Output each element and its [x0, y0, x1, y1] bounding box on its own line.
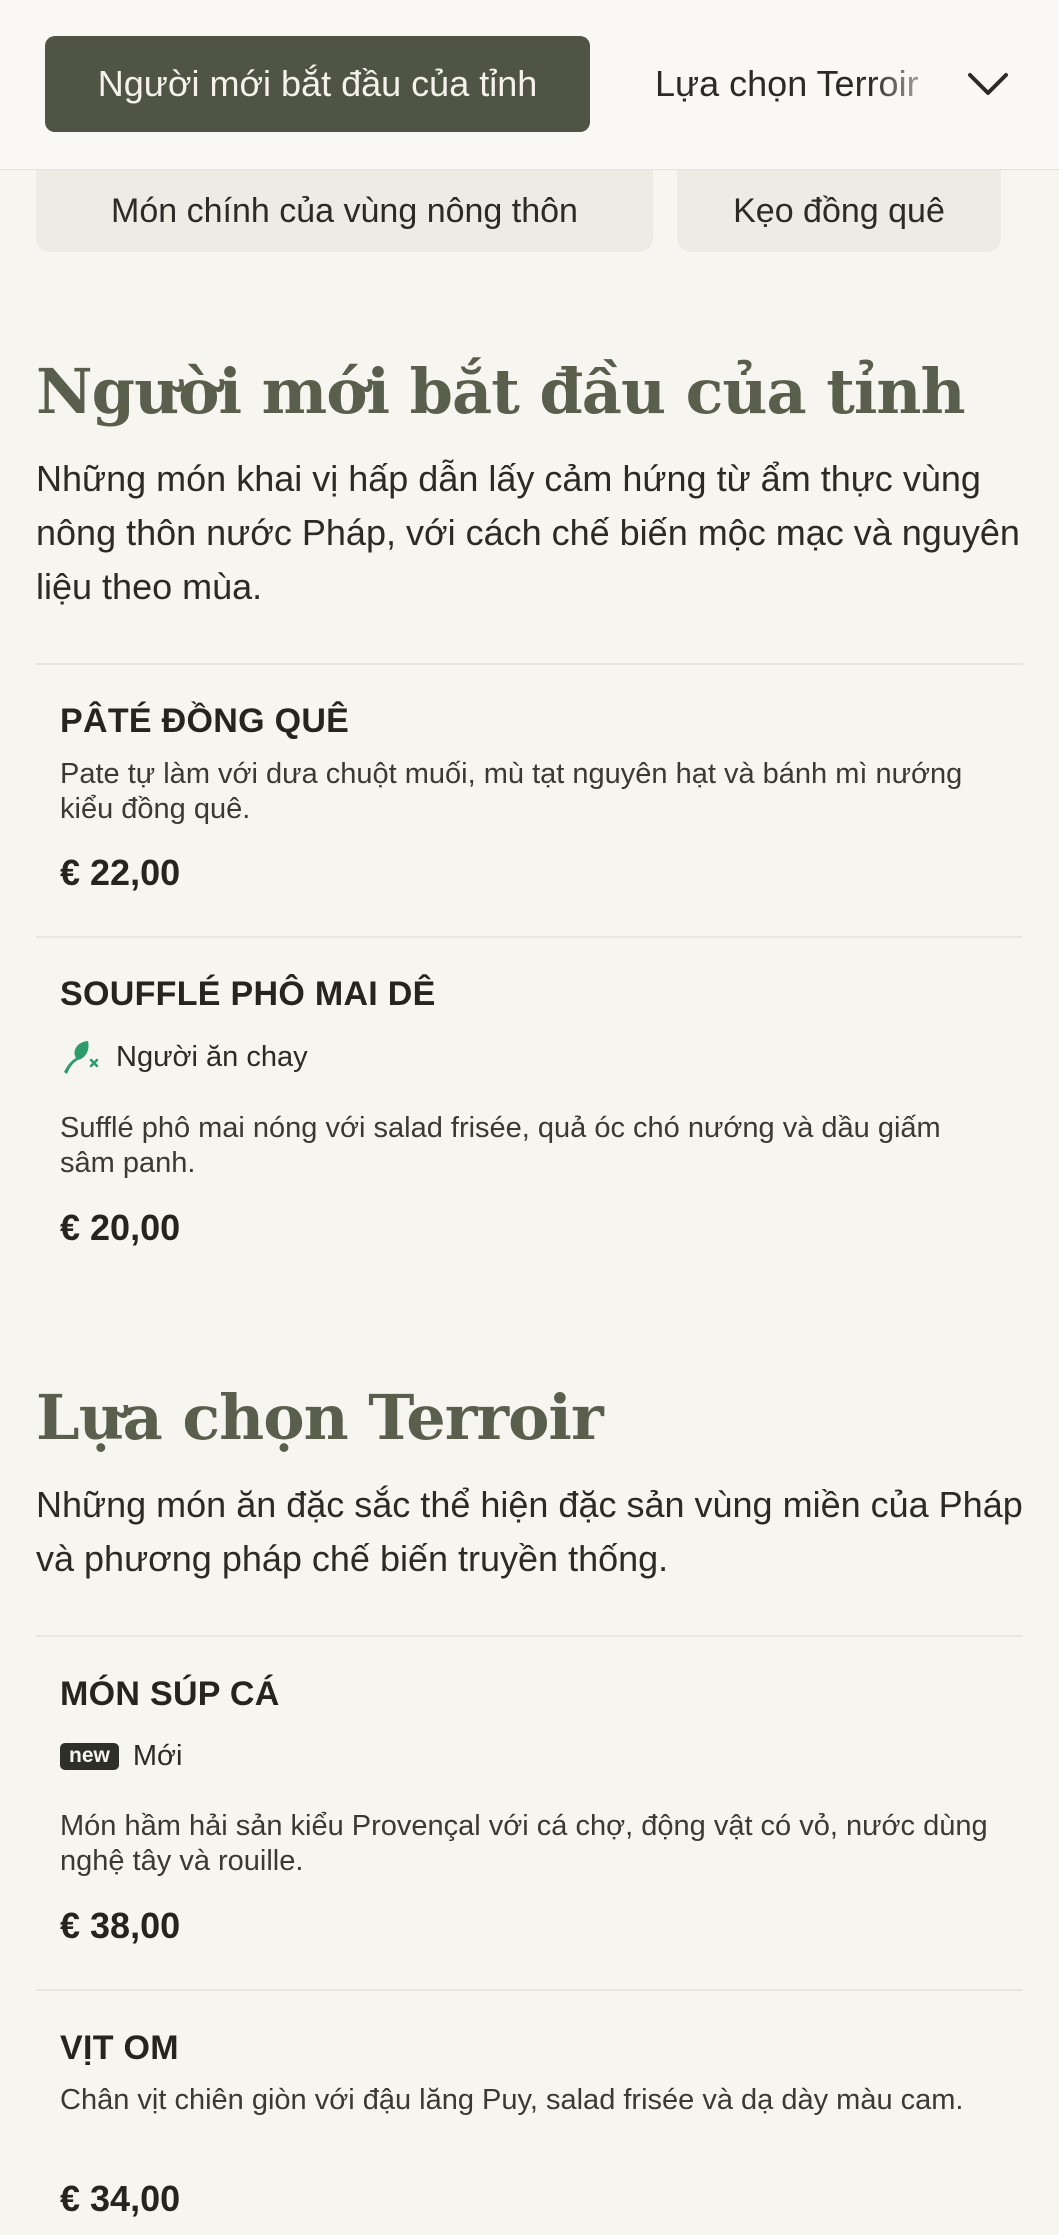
tag-label: Người ăn chay: [116, 1040, 308, 1073]
new-tag: new Mới: [60, 1736, 182, 1776]
section-description-terroir: Những món ăn đặc sắc thể hiện đặc sản vù…: [36, 1484, 1023, 1579]
chevron-down-icon[interactable]: [964, 60, 1012, 108]
menu-page: Người mới bắt đầu của tỉnh Những món kha…: [0, 0, 1059, 2235]
menu-item-price: € 20,00: [60, 1207, 181, 1248]
menu-item-description: Món hầm hải sản kiểu Provençal với cá ch…: [60, 1810, 988, 1877]
menu-item-name: SOUFFLÉ PHÔ MAI DÊ: [60, 975, 436, 1013]
menu-item-name: MÓN SÚP CÁ: [60, 1675, 280, 1713]
menu-item-description: Pate tự làm với dưa chuột muối, mù tạt n…: [60, 758, 963, 825]
divider: [36, 1635, 1023, 1637]
menu-item-description: Chân vịt chiên giòn với đậu lăng Puy, sa…: [60, 2084, 964, 2116]
section-title-starters: Người mới bắt đầu của tỉnh: [36, 355, 966, 428]
menu-item-price: € 38,00: [60, 1905, 181, 1946]
tab-terroir-selection[interactable]: Lựa chọn Terroir: [655, 36, 955, 132]
tab-country-sweets[interactable]: Kẹo đồng quê: [677, 170, 1001, 252]
divider: [36, 663, 1023, 665]
menu-item-price: € 22,00: [60, 852, 181, 893]
menu-item-name: VỊT OM: [60, 2029, 179, 2067]
tab-country-mains[interactable]: Món chính của vùng nông thôn: [36, 170, 653, 252]
divider: [36, 1989, 1023, 1991]
new-badge: new: [60, 1742, 119, 1770]
menu-item-price: € 34,00: [60, 2178, 181, 2219]
menu-item-name: PÂTÉ ĐỒNG QUÊ: [60, 702, 350, 740]
category-pill-row: Món chính của vùng nông thôn Kẹo đồng qu…: [0, 170, 1059, 260]
category-tab-bar: Người mới bắt đầu của tỉnh Lựa chọn Terr…: [0, 0, 1059, 170]
menu-item-description: Sufflé phô mai nóng với salad frisée, qu…: [60, 1112, 941, 1179]
vegetarian-leaf-icon: [60, 1038, 102, 1076]
vegetarian-tag: Người ăn chay: [60, 1037, 308, 1077]
section-description-starters: Những món khai vị hấp dẫn lấy cảm hứng t…: [36, 458, 1020, 607]
tab-provincial-starters[interactable]: Người mới bắt đầu của tỉnh: [45, 36, 590, 132]
divider: [36, 936, 1023, 938]
tag-label: Mới: [132, 1739, 183, 1772]
section-title-terroir: Lựa chọn Terroir: [36, 1381, 604, 1454]
